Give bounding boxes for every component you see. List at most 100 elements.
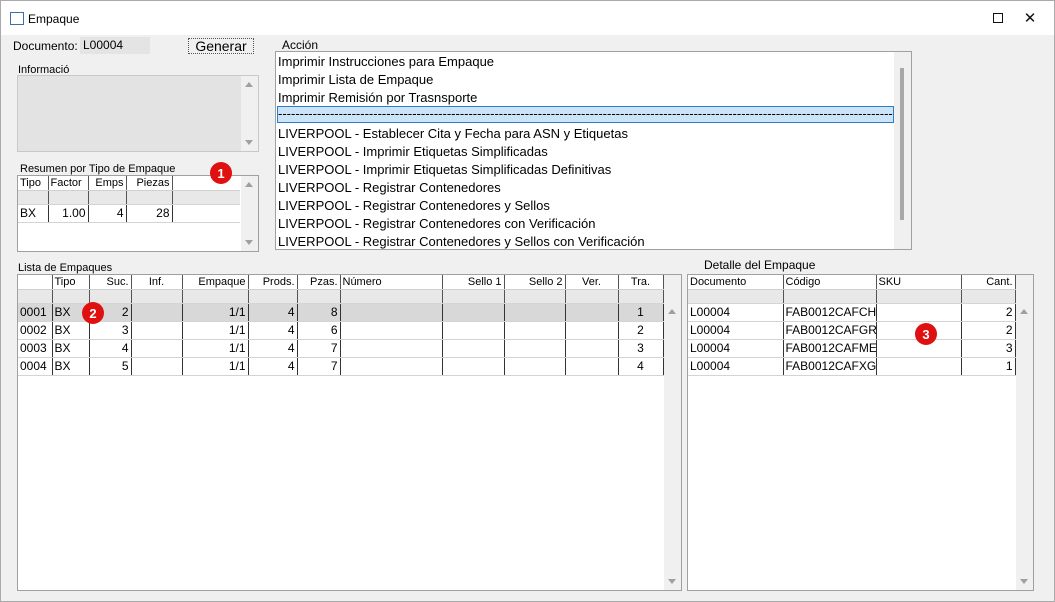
cell-pzas: 7: [297, 357, 341, 376]
cell-sello2: [504, 339, 566, 358]
accion-item[interactable]: Imprimir Lista de Empaque: [278, 71, 433, 89]
cell-ver: [565, 303, 619, 322]
detalle-grid[interactable]: Documento Código SKU Cant. L00004 FAB001…: [687, 274, 1034, 591]
detalle-col-sku[interactable]: SKU: [876, 275, 962, 290]
cell-cant: 3: [961, 339, 1016, 358]
cell-cant: 2: [961, 321, 1016, 340]
resumen-col-emps[interactable]: Emps: [88, 176, 127, 191]
resumen-cell-tipo: BX: [18, 204, 49, 223]
cell-sku: [876, 357, 962, 376]
window-icon: [10, 12, 24, 25]
accion-item[interactable]: LIVERPOOL - Establecer Cita y Fecha para…: [278, 125, 628, 143]
cell-id: 0004: [18, 357, 53, 376]
maximize-icon: [993, 13, 1003, 23]
lista-label: Lista de Empaques: [18, 262, 113, 274]
close-button[interactable]: ✕: [1014, 1, 1046, 35]
resumen-col-factor[interactable]: Factor: [48, 176, 89, 191]
documento-label: Documento:: [13, 39, 78, 53]
accion-item[interactable]: Imprimir Instrucciones para Empaque: [278, 53, 494, 71]
table-row[interactable]: 0002 BX 3 1/1 4 6 2: [18, 321, 664, 340]
cell-sello1: [442, 303, 505, 322]
table-row[interactable]: 0003 BX 4 1/1 4 7 3: [18, 339, 664, 358]
table-row[interactable]: 0004 BX 5 1/1 4 7 4: [18, 357, 664, 376]
lista-col-inf[interactable]: Inf.: [131, 275, 183, 290]
cell-documento: L00004: [688, 321, 784, 340]
resumen-grid[interactable]: Tipo Factor Emps Piezas BX 1.00 4 28: [17, 175, 259, 252]
lista-col-pzas[interactable]: Pzas.: [297, 275, 341, 290]
lista-col-prods[interactable]: Prods.: [248, 275, 298, 290]
table-row[interactable]: L00004 FAB0012CAFMED 3: [688, 339, 1016, 358]
cell-ver: [565, 321, 619, 340]
cell-cant: 2: [961, 303, 1016, 322]
resumen-scrollbar[interactable]: [241, 176, 258, 251]
accion-item[interactable]: LIVERPOOL - Registrar Contenedores y Sel…: [278, 233, 645, 251]
lista-col-sello2[interactable]: Sello 2: [504, 275, 566, 290]
cell-numero: [340, 321, 443, 340]
detalle-scrollbar[interactable]: [1016, 275, 1033, 590]
resumen-col-tipo[interactable]: Tipo: [18, 176, 49, 191]
accion-item[interactable]: LIVERPOOL - Imprimir Etiquetas Simplific…: [278, 161, 611, 179]
accion-item-selected[interactable]: ----------------------------------------…: [277, 106, 894, 123]
table-row[interactable]: L00004 FAB0012CAFXGR 1: [688, 357, 1016, 376]
lista-grid[interactable]: Tipo Suc. Inf. Empaque Prods. Pzas. Núme…: [17, 274, 682, 591]
cell-id: 0001: [18, 303, 53, 322]
accion-item[interactable]: Imprimir Remisión por Trasnsporte: [278, 89, 477, 107]
lista-col-sello1[interactable]: Sello 1: [442, 275, 505, 290]
cell-suc: 5: [89, 357, 132, 376]
table-row[interactable]: L00004 FAB0012CAFGRA 2: [688, 321, 1016, 340]
cell-tipo: BX: [52, 321, 90, 340]
scroll-up-icon[interactable]: [245, 182, 253, 187]
cell-ver: [565, 357, 619, 376]
accion-item[interactable]: LIVERPOOL - Registrar Contenedores con V…: [278, 215, 595, 233]
maximize-button[interactable]: [982, 1, 1014, 35]
lista-col-id[interactable]: [18, 275, 53, 290]
lista-col-tra[interactable]: Tra.: [618, 275, 664, 290]
accion-listbox[interactable]: Imprimir Instrucciones para Empaque Impr…: [275, 51, 912, 250]
resumen-cell-factor: 1.00: [48, 204, 89, 223]
lista-col-empaque[interactable]: Empaque: [182, 275, 249, 290]
lista-scrollbar[interactable]: [664, 275, 681, 590]
scroll-down-icon[interactable]: [245, 140, 253, 145]
scroll-down-icon[interactable]: [668, 579, 676, 584]
cell-ver: [565, 339, 619, 358]
cell-prods: 4: [248, 321, 298, 340]
scroll-up-icon[interactable]: [1020, 309, 1028, 314]
cell-pzas: 7: [297, 339, 341, 358]
lista-col-ver[interactable]: Ver.: [565, 275, 619, 290]
lista-col-numero[interactable]: Número: [340, 275, 443, 290]
detalle-col-documento[interactable]: Documento: [688, 275, 784, 290]
badge-3: 3: [915, 323, 937, 345]
resumen-col-piezas[interactable]: Piezas: [126, 176, 173, 191]
cell-sello2: [504, 303, 566, 322]
table-row[interactable]: 0001 BX 2 1/1 4 8 1: [18, 303, 664, 322]
accion-item[interactable]: LIVERPOOL - Registrar Contenedores y Sel…: [278, 197, 550, 215]
cell-numero: [340, 303, 443, 322]
detalle-col-codigo[interactable]: Código: [783, 275, 877, 290]
table-row[interactable]: L00004 FAB0012CAFCHI 2: [688, 303, 1016, 322]
accion-scroll-thumb[interactable]: [900, 68, 904, 220]
accion-scrollbar[interactable]: [894, 52, 911, 249]
cell-documento: L00004: [688, 339, 784, 358]
lista-col-tipo[interactable]: Tipo: [52, 275, 90, 290]
accion-item[interactable]: LIVERPOOL - Registrar Contenedores: [278, 179, 501, 197]
cell-sello2: [504, 357, 566, 376]
scroll-down-icon[interactable]: [1020, 579, 1028, 584]
cell-documento: L00004: [688, 303, 784, 322]
scroll-up-icon[interactable]: [668, 309, 676, 314]
informacion-scrollbar[interactable]: [241, 76, 258, 151]
documento-field[interactable]: L00004: [80, 37, 150, 54]
generar-button[interactable]: Generar: [188, 38, 254, 54]
lista-col-suc[interactable]: Suc.: [89, 275, 132, 290]
cell-tipo: BX: [52, 339, 90, 358]
table-row[interactable]: BX 1.00 4 28: [18, 204, 240, 223]
detalle-col-cant[interactable]: Cant.: [961, 275, 1016, 290]
cell-tra: 4: [618, 357, 664, 376]
informacion-box[interactable]: [17, 75, 259, 152]
cell-inf: [131, 357, 183, 376]
cell-cant: 1: [961, 357, 1016, 376]
accion-item[interactable]: LIVERPOOL - Imprimir Etiquetas Simplific…: [278, 143, 548, 161]
scroll-down-icon[interactable]: [245, 240, 253, 245]
cell-tra: 2: [618, 321, 664, 340]
scroll-up-icon[interactable]: [245, 82, 253, 87]
cell-inf: [131, 321, 183, 340]
